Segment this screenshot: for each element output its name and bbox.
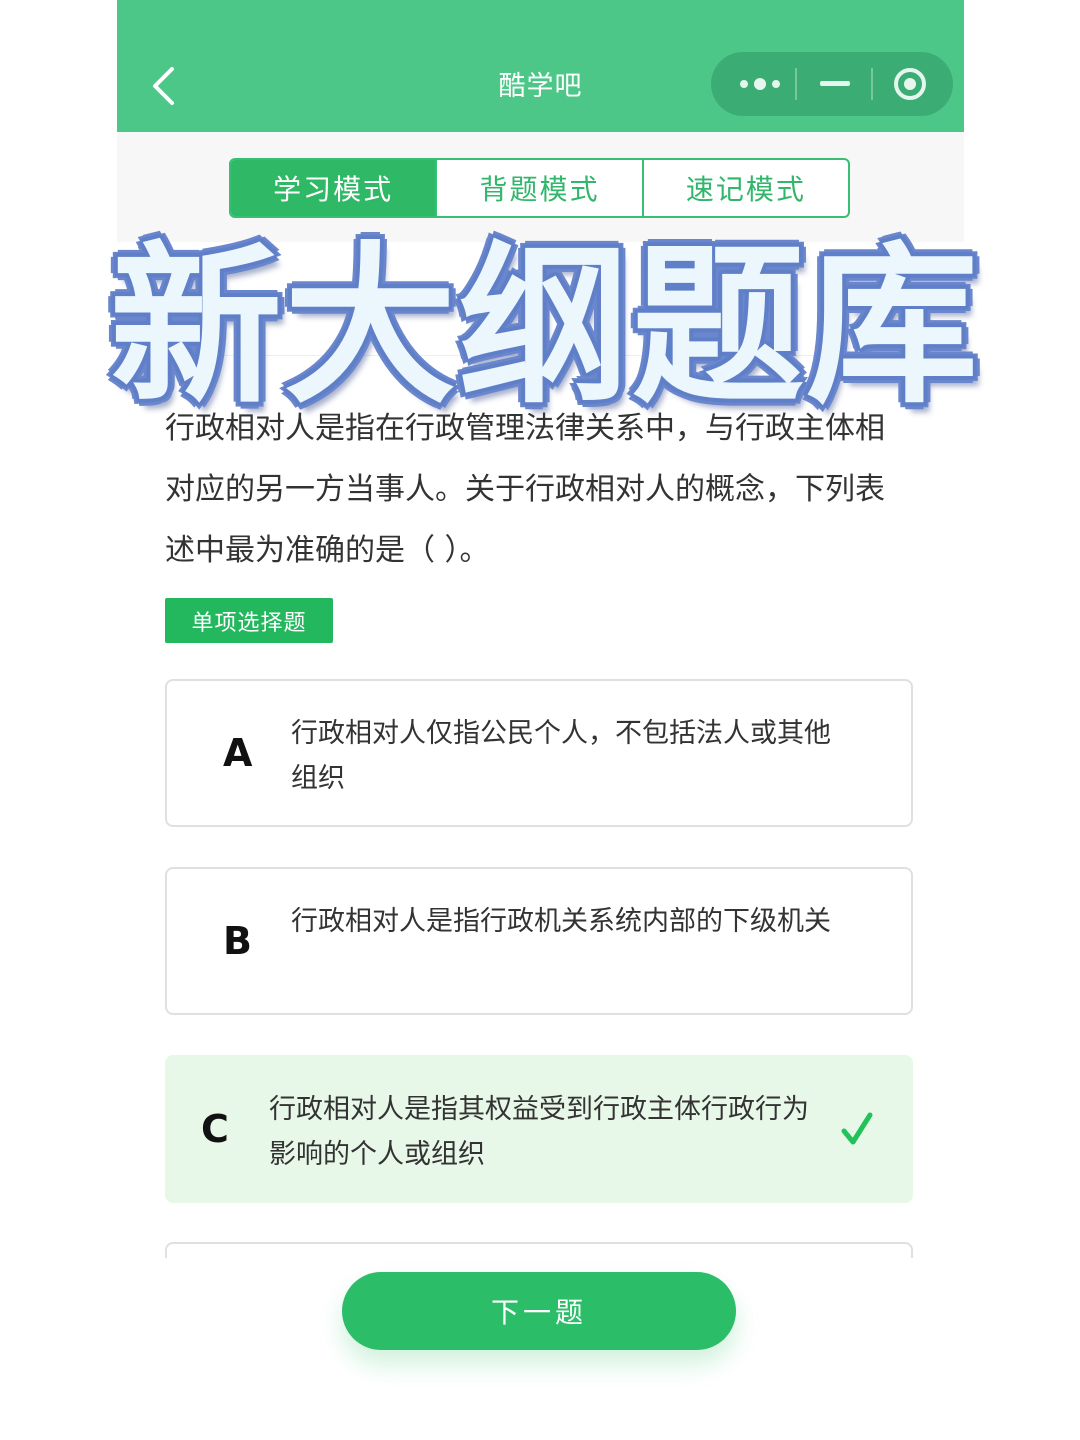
option-a[interactable]: A 行政相对人仅指公民个人，不包括法人或其他组织 [165,679,913,827]
navigation-bar: 酷学吧 [117,0,964,132]
option-letter: C [201,1107,229,1151]
next-question-button[interactable]: 下一题 [342,1272,736,1350]
more-dots-icon [740,78,780,90]
option-text: 行政相对人是指其权益受到行政主体行政行为影响的个人或组织 [269,1094,809,1170]
mini-program-capsule [711,52,953,116]
capsule-divider [871,68,873,100]
option-text: 行政相对人是指行政机关系统内部的下级机关 [291,906,831,937]
target-icon [894,68,926,100]
option-text: 行政相对人仅指公民个人，不包括法人或其他组织 [291,718,831,794]
more-button[interactable] [725,52,795,116]
option-letter: B [223,919,252,963]
checkmark-icon [841,1112,873,1145]
minus-icon [820,81,850,86]
overlay-title: 新大纲题库 [110,226,980,427]
minimize-button[interactable] [799,52,871,116]
question-type-badge: 单项选择题 [165,598,333,643]
option-letter: A [223,731,253,775]
capsule-divider [795,68,797,100]
option-c[interactable]: C 行政相对人是指其权益受到行政主体行政行为影响的个人或组织 [165,1055,913,1203]
option-b[interactable]: B 行政相对人是指行政机关系统内部的下级机关 [165,867,913,1015]
close-button[interactable] [875,52,945,116]
